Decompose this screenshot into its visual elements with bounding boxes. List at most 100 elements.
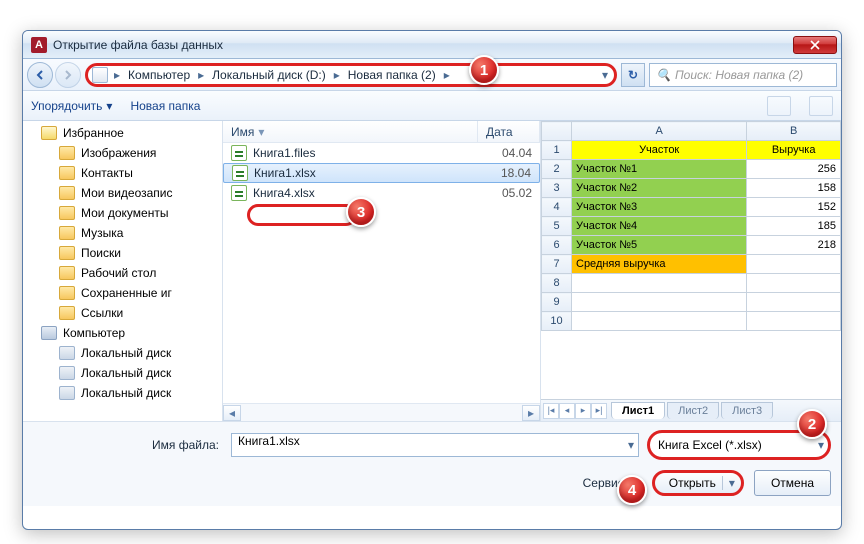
view-options-button[interactable]: [767, 96, 791, 116]
sidebar-item-pictures[interactable]: Изображения: [23, 143, 222, 163]
cell[interactable]: [747, 293, 841, 312]
dialog-footer: Имя файла: Книга1.xlsx ▾ Книга Excel (*.…: [23, 421, 841, 506]
sidebar-item-drive[interactable]: Локальный диск: [23, 383, 222, 403]
tab-nav-first[interactable]: |◂: [543, 403, 559, 419]
cell[interactable]: Участок №1: [572, 160, 747, 179]
sidebar-item-links[interactable]: Ссылки: [23, 303, 222, 323]
open-button[interactable]: Открыть▾: [652, 470, 744, 496]
folder-icon: [59, 146, 75, 160]
folder-icon: [59, 186, 75, 200]
sidebar-item-music[interactable]: Музыка: [23, 223, 222, 243]
chevron-down-icon[interactable]: ▾: [722, 476, 735, 490]
filename-input[interactable]: Книга1.xlsx ▾: [231, 433, 639, 457]
cell[interactable]: 158: [747, 179, 841, 198]
chevron-down-icon[interactable]: ▾: [818, 438, 824, 452]
sheet-tab-1[interactable]: Лист1: [611, 402, 665, 419]
folder-icon: [59, 286, 75, 300]
corner-cell[interactable]: [542, 122, 572, 141]
close-button[interactable]: [793, 36, 837, 54]
chevron-right-icon: ▸: [112, 68, 122, 82]
row-header[interactable]: 4: [542, 198, 572, 217]
new-folder-button[interactable]: Новая папка: [130, 99, 200, 113]
nav-forward-button[interactable]: [55, 62, 81, 88]
chevron-down-icon: ▾: [106, 99, 112, 113]
search-input[interactable]: 🔍 Поиск: Новая папка (2): [649, 63, 837, 87]
cell[interactable]: Участок №3: [572, 198, 747, 217]
sheet-tabs: |◂ ◂ ▸ ▸| Лист1 Лист2 Лист3: [541, 399, 841, 421]
sidebar: Избранное Изображения Контакты Мои видео…: [23, 121, 223, 421]
refresh-button[interactable]: ↻: [621, 63, 645, 87]
crumb-computer[interactable]: Компьютер: [122, 68, 196, 82]
crumb-folder[interactable]: Новая папка (2): [342, 68, 442, 82]
row-header[interactable]: 10: [542, 312, 572, 331]
row-header[interactable]: 8: [542, 274, 572, 293]
breadcrumb[interactable]: ▸ Компьютер ▸ Локальный диск (D:) ▸ Нова…: [85, 63, 617, 87]
tab-nav-next[interactable]: ▸: [575, 403, 591, 419]
file-row-selected[interactable]: Книга1.xlsx18.04: [223, 163, 540, 183]
cell[interactable]: 256: [747, 160, 841, 179]
nav-back-button[interactable]: [27, 62, 53, 88]
sidebar-item-drive[interactable]: Локальный диск: [23, 343, 222, 363]
sheet-tab-3[interactable]: Лист3: [721, 402, 773, 419]
cell[interactable]: [747, 312, 841, 331]
cell[interactable]: Средняя выручка: [572, 255, 747, 274]
cell[interactable]: 152: [747, 198, 841, 217]
search-placeholder: Поиск: Новая папка (2): [675, 68, 803, 82]
chevron-down-icon[interactable]: ▾: [602, 68, 608, 82]
help-button[interactable]: [809, 96, 833, 116]
titlebar: A Открытие файла базы данных: [23, 31, 841, 59]
drive-icon: [59, 386, 75, 400]
row-header[interactable]: 5: [542, 217, 572, 236]
cell[interactable]: Участок №4: [572, 217, 747, 236]
crumb-drive-d[interactable]: Локальный диск (D:): [206, 68, 332, 82]
row-header[interactable]: 2: [542, 160, 572, 179]
scroll-left-button[interactable]: ◂: [223, 405, 241, 421]
app-icon: A: [31, 37, 47, 53]
column-header-name[interactable]: Имя▾: [223, 121, 478, 142]
file-row[interactable]: Книга4.xlsx05.02: [223, 183, 540, 203]
cell[interactable]: [747, 274, 841, 293]
cancel-button[interactable]: Отмена: [754, 470, 831, 496]
excel-file-icon: [231, 185, 247, 201]
tab-nav-prev[interactable]: ◂: [559, 403, 575, 419]
callout-4: 4: [617, 475, 647, 505]
cell[interactable]: Участок №2: [572, 179, 747, 198]
column-header-date[interactable]: Дата: [478, 121, 540, 142]
cell[interactable]: [572, 274, 747, 293]
sidebar-item-searches[interactable]: Поиски: [23, 243, 222, 263]
row-header[interactable]: 3: [542, 179, 572, 198]
row-header[interactable]: 6: [542, 236, 572, 255]
file-row[interactable]: Книга1.files04.04: [223, 143, 540, 163]
cell[interactable]: Участок: [572, 141, 747, 160]
tab-nav-last[interactable]: ▸|: [591, 403, 607, 419]
sidebar-item-videos[interactable]: Мои видеозапис: [23, 183, 222, 203]
horizontal-scrollbar[interactable]: ◂ ▸: [223, 403, 540, 421]
folder-icon: [59, 306, 75, 320]
cell[interactable]: 185: [747, 217, 841, 236]
sidebar-favorites[interactable]: Избранное: [23, 123, 222, 143]
excel-file-icon: [231, 145, 247, 161]
cell[interactable]: Участок №5: [572, 236, 747, 255]
chevron-down-icon[interactable]: ▾: [628, 438, 634, 452]
row-header[interactable]: 7: [542, 255, 572, 274]
sidebar-item-desktop[interactable]: Рабочий стол: [23, 263, 222, 283]
sidebar-item-saved[interactable]: Сохраненные иг: [23, 283, 222, 303]
row-header[interactable]: 1: [542, 141, 572, 160]
sidebar-item-contacts[interactable]: Контакты: [23, 163, 222, 183]
cell[interactable]: [572, 293, 747, 312]
sidebar-item-documents[interactable]: Мои документы: [23, 203, 222, 223]
cell[interactable]: [747, 255, 841, 274]
organize-menu[interactable]: Упорядочить▾: [31, 99, 112, 113]
cell[interactable]: 218: [747, 236, 841, 255]
col-header-a[interactable]: A: [572, 122, 747, 141]
sheet-tab-2[interactable]: Лист2: [667, 402, 719, 419]
sidebar-item-drive[interactable]: Локальный диск: [23, 363, 222, 383]
navbar: ▸ Компьютер ▸ Локальный диск (D:) ▸ Нова…: [23, 59, 841, 91]
sidebar-computer[interactable]: Компьютер: [23, 323, 222, 343]
row-header[interactable]: 9: [542, 293, 572, 312]
col-header-b[interactable]: B: [747, 122, 841, 141]
filename-label: Имя файла:: [33, 438, 223, 452]
cell[interactable]: Выручка: [747, 141, 841, 160]
cell[interactable]: [572, 312, 747, 331]
scroll-right-button[interactable]: ▸: [522, 405, 540, 421]
